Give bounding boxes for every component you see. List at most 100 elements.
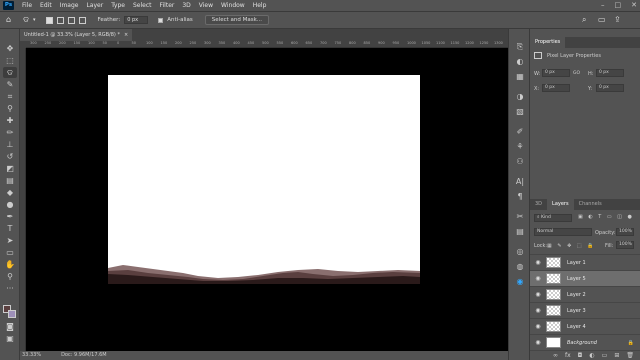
new-selection-icon[interactable] bbox=[45, 16, 53, 24]
zoom-level[interactable]: 33.33% bbox=[22, 351, 41, 360]
zoom-tool-icon[interactable]: ⚲ bbox=[3, 271, 17, 282]
color-icon[interactable]: ◐ bbox=[514, 56, 526, 67]
layer-row[interactable]: ◉ Layer 1 bbox=[530, 254, 640, 270]
healing-brush-tool-icon[interactable]: ✚ bbox=[3, 115, 17, 126]
visibility-eye-icon[interactable]: ◉ bbox=[533, 339, 543, 346]
tab-3d[interactable]: 3D bbox=[530, 199, 547, 210]
search-icon[interactable]: ⌕ bbox=[582, 15, 586, 25]
intersect-selection-icon[interactable] bbox=[78, 16, 86, 24]
subtract-from-selection-icon[interactable] bbox=[67, 16, 75, 24]
layer-style-icon[interactable]: fx bbox=[565, 351, 571, 360]
opacity-input[interactable]: 100% bbox=[616, 228, 634, 236]
group-icon[interactable]: ▭ bbox=[602, 351, 608, 360]
type-tool-icon[interactable]: T bbox=[3, 223, 17, 234]
pen-tool-icon[interactable]: ✒ bbox=[3, 211, 17, 222]
menu-type[interactable]: Type bbox=[111, 2, 125, 9]
visibility-eye-icon[interactable]: ◉ bbox=[533, 323, 543, 330]
lock-icons[interactable]: ▦ ✎ ✥ ⬚ 🔒 bbox=[547, 243, 595, 249]
document-canvas[interactable] bbox=[108, 75, 420, 284]
marquee-tool-icon[interactable]: ⬚ bbox=[3, 55, 17, 66]
tab-channels[interactable]: Channels bbox=[574, 199, 607, 210]
info-icon[interactable]: ▤ bbox=[514, 226, 526, 237]
layer-filter-kind[interactable]: ⌕ Kind bbox=[534, 214, 572, 222]
add-to-selection-icon[interactable] bbox=[56, 16, 64, 24]
layer-row[interactable]: ◉ Layer 4 bbox=[530, 318, 640, 334]
new-layer-icon[interactable]: ⊞ bbox=[614, 351, 619, 360]
menu-image[interactable]: Image bbox=[60, 2, 79, 9]
adjustments-icon[interactable]: ◑ bbox=[514, 91, 526, 102]
blur-tool-icon[interactable]: ◆ bbox=[3, 187, 17, 198]
dodge-tool-icon[interactable]: ● bbox=[3, 199, 17, 210]
crop-tool-icon[interactable]: ⌗ bbox=[3, 91, 17, 102]
tab-properties[interactable]: Properties bbox=[530, 37, 566, 48]
layer-filter-icons[interactable]: ▣ ◐ T ▭ ◫ ● bbox=[578, 214, 634, 220]
visibility-eye-icon[interactable]: ◉ bbox=[533, 259, 543, 266]
layer-row-background[interactable]: ◉ Background 🔒 bbox=[530, 334, 640, 350]
clone-stamp-tool-icon[interactable]: ⊥ bbox=[3, 139, 17, 150]
gradient-tool-icon[interactable]: ▤ bbox=[3, 175, 17, 186]
menu-filter[interactable]: Filter bbox=[160, 2, 175, 9]
brush-tool-icon[interactable]: ✏ bbox=[3, 127, 17, 138]
close-window-icon[interactable]: ✕ bbox=[631, 1, 637, 9]
screen-mode-icon[interactable]: ▣ bbox=[3, 333, 17, 344]
width-input[interactable]: 0 px bbox=[542, 69, 570, 77]
y-input[interactable]: 0 px bbox=[596, 84, 624, 92]
menu-help[interactable]: Help bbox=[253, 2, 267, 9]
dropdown-arrow-icon[interactable]: ▾ bbox=[33, 15, 36, 25]
tools-preset-icon[interactable]: ✂ bbox=[514, 211, 526, 222]
swatches-icon[interactable]: ▦ bbox=[514, 71, 526, 82]
link-layers-icon[interactable]: ∞ bbox=[553, 351, 558, 360]
paths-icon[interactable]: ◍ bbox=[514, 261, 526, 272]
menu-edit[interactable]: Edit bbox=[40, 2, 52, 9]
add-mask-icon[interactable]: ◘ bbox=[578, 351, 583, 360]
history-brush-tool-icon[interactable]: ↺ bbox=[3, 151, 17, 162]
menu-view[interactable]: View bbox=[199, 2, 213, 9]
history-icon[interactable]: ⎘ bbox=[514, 41, 526, 52]
link-dimensions-icon[interactable]: GO bbox=[573, 71, 580, 76]
minimize-icon[interactable]: – bbox=[601, 1, 605, 9]
select-and-mask-button[interactable]: Select and Mask... bbox=[204, 15, 270, 25]
horizontal-ruler[interactable]: 300 250 200 150 100 50 0 50 100 150 200 250 300 350 40… bbox=[26, 41, 508, 48]
visibility-eye-icon[interactable]: ◉ bbox=[533, 275, 543, 282]
more-tools-icon[interactable]: ··· bbox=[3, 283, 17, 294]
visibility-eye-icon[interactable]: ◉ bbox=[533, 291, 543, 298]
character-icon[interactable]: A| bbox=[514, 176, 526, 187]
workspace-icon[interactable]: ▭ bbox=[598, 15, 606, 25]
feather-input[interactable]: 0 px bbox=[124, 16, 149, 24]
background-color-swatch[interactable] bbox=[8, 310, 16, 318]
visibility-eye-icon[interactable]: ◉ bbox=[533, 307, 543, 314]
menu-file[interactable]: File bbox=[22, 2, 32, 9]
maximize-icon[interactable]: □ bbox=[615, 1, 622, 9]
properties-active-icon[interactable]: ◉ bbox=[514, 276, 526, 287]
styles-icon[interactable]: ▧ bbox=[514, 106, 526, 117]
channels-icon[interactable]: ◎ bbox=[514, 246, 526, 257]
close-tab-icon[interactable]: × bbox=[124, 29, 128, 41]
height-input[interactable]: 0 px bbox=[596, 69, 624, 77]
eyedropper-tool-icon[interactable]: ⚲ bbox=[3, 103, 17, 114]
menu-3d[interactable]: 3D bbox=[182, 2, 190, 9]
home-icon[interactable]: ⌂ bbox=[6, 15, 11, 25]
layer-row[interactable]: ◉ Layer 2 bbox=[530, 286, 640, 302]
x-input[interactable]: 0 px bbox=[542, 84, 570, 92]
menu-window[interactable]: Window bbox=[221, 2, 245, 9]
tab-layers[interactable]: Layers bbox=[547, 199, 574, 210]
delete-layer-icon[interactable]: 🗑 bbox=[626, 351, 634, 360]
menu-layer[interactable]: Layer bbox=[86, 2, 103, 9]
layer-row[interactable]: ◉ Layer 3 bbox=[530, 302, 640, 318]
quick-mask-icon[interactable]: ◙ bbox=[3, 321, 17, 332]
eraser-tool-icon[interactable]: ◩ bbox=[3, 163, 17, 174]
adjustment-layer-icon[interactable]: ◐ bbox=[589, 351, 594, 360]
paragraph-icon[interactable]: ¶ bbox=[514, 191, 526, 202]
menu-select[interactable]: Select bbox=[133, 2, 152, 9]
hand-tool-icon[interactable]: ✋ bbox=[3, 259, 17, 270]
document-size-info[interactable]: Doc: 9.96M/17.6M bbox=[61, 351, 107, 360]
document-tab[interactable]: Untitled-1 @ 33.3% (Layer 5, RGB/8) * × bbox=[20, 29, 133, 41]
lasso-tool-icon[interactable]: ଡ bbox=[3, 67, 17, 78]
clone-source-icon[interactable]: ⚇ bbox=[514, 156, 526, 167]
path-selection-tool-icon[interactable]: ➤ bbox=[3, 235, 17, 246]
blend-mode-select[interactable]: Normal bbox=[534, 228, 592, 236]
brushes-icon[interactable]: ⚘ bbox=[514, 141, 526, 152]
rectangle-tool-icon[interactable]: ▭ bbox=[3, 247, 17, 258]
quick-select-tool-icon[interactable]: ✎ bbox=[3, 79, 17, 90]
brush-settings-icon[interactable]: ✐ bbox=[514, 126, 526, 137]
